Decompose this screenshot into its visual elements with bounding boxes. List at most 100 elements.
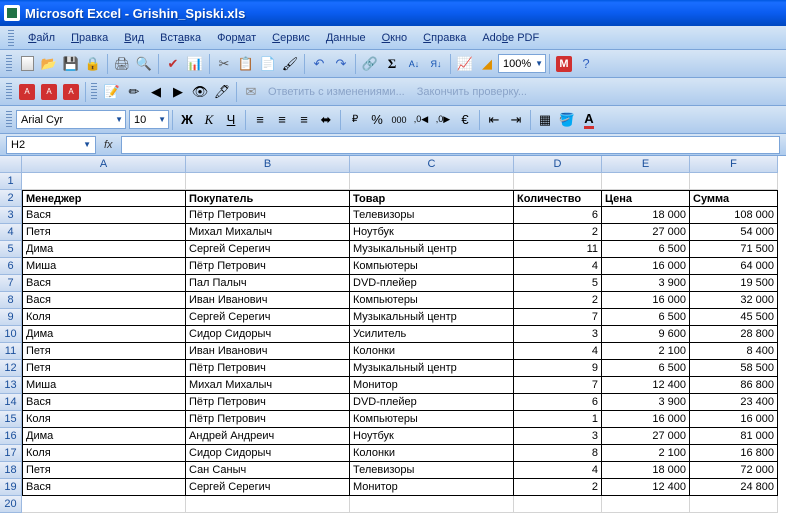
data-cell[interactable]: 45 500 (690, 309, 778, 326)
data-cell[interactable]: Колонки (350, 343, 514, 360)
data-cell[interactable]: Петя (22, 343, 186, 360)
undo-button[interactable]: ↶ (308, 53, 330, 75)
borders-button[interactable]: ▦ (534, 109, 556, 131)
ink-button[interactable]: 🖊 (211, 81, 233, 103)
data-cell[interactable]: 7 (514, 377, 602, 394)
data-cell[interactable]: Пётр Петрович (186, 360, 350, 377)
underline-button[interactable]: Ч (220, 109, 242, 131)
data-cell[interactable]: Пётр Петрович (186, 411, 350, 428)
fill-color-button[interactable]: 🪣 (556, 109, 578, 131)
currency-button[interactable]: ₽ (344, 109, 366, 131)
data-cell[interactable]: Сергей Серегич (186, 479, 350, 496)
data-cell[interactable]: Музыкальный центр (350, 309, 514, 326)
macro-button[interactable]: M (553, 53, 575, 75)
row-header[interactable]: 20 (0, 496, 22, 513)
data-cell[interactable]: 6 500 (602, 241, 690, 258)
data-cell[interactable]: Сан Саныч (186, 462, 350, 479)
cell[interactable] (186, 173, 350, 190)
data-cell[interactable]: Сергей Серегич (186, 309, 350, 326)
data-cell[interactable]: Музыкальный центр (350, 360, 514, 377)
data-cell[interactable]: Монитор (350, 377, 514, 394)
cell[interactable] (514, 496, 602, 513)
data-cell[interactable]: Ноутбук (350, 428, 514, 445)
data-cell[interactable]: Михал Михалыч (186, 377, 350, 394)
bold-button[interactable]: Ж (176, 109, 198, 131)
grip-icon[interactable] (8, 30, 14, 46)
data-cell[interactable]: 27 000 (602, 224, 690, 241)
data-cell[interactable]: 54 000 (690, 224, 778, 241)
data-cell[interactable]: Сидор Сидорыч (186, 326, 350, 343)
data-cell[interactable]: 6 (514, 394, 602, 411)
row-header[interactable]: 5 (0, 241, 22, 258)
menu-data[interactable]: Данные (318, 29, 374, 47)
print-preview-button[interactable]: 🔍 (133, 53, 155, 75)
cell[interactable] (186, 496, 350, 513)
data-cell[interactable]: 16 000 (602, 411, 690, 428)
menu-insert[interactable]: Вставка (152, 29, 209, 47)
data-cell[interactable]: Телевизоры (350, 207, 514, 224)
data-cell[interactable]: 12 400 (602, 479, 690, 496)
data-cell[interactable]: 3 900 (602, 275, 690, 292)
align-center-button[interactable]: ≡ (271, 109, 293, 131)
data-cell[interactable]: Музыкальный центр (350, 241, 514, 258)
fx-button[interactable]: fx (96, 139, 121, 151)
data-cell[interactable]: Телевизоры (350, 462, 514, 479)
data-cell[interactable]: Петя (22, 462, 186, 479)
data-cell[interactable]: 23 400 (690, 394, 778, 411)
data-cell[interactable]: 16 800 (690, 445, 778, 462)
data-cell[interactable]: 9 (514, 360, 602, 377)
data-cell[interactable]: DVD-плейер (350, 394, 514, 411)
menu-help[interactable]: Справка (415, 29, 474, 47)
send-mail-button[interactable]: ✉ (240, 81, 262, 103)
data-cell[interactable]: Компьютеры (350, 292, 514, 309)
data-cell[interactable]: Петя (22, 224, 186, 241)
zoom-combo[interactable]: 100%▼ (498, 54, 546, 73)
data-cell[interactable]: Коля (22, 445, 186, 462)
row-header[interactable]: 14 (0, 394, 22, 411)
data-cell[interactable]: Михал Михалыч (186, 224, 350, 241)
help-button[interactable]: ? (575, 53, 597, 75)
data-cell[interactable]: 18 000 (602, 207, 690, 224)
row-header[interactable]: 13 (0, 377, 22, 394)
data-cell[interactable]: 108 000 (690, 207, 778, 224)
chart-button[interactable]: 📈 (454, 53, 476, 75)
data-cell[interactable]: Пётр Петрович (186, 207, 350, 224)
data-cell[interactable]: 6 500 (602, 309, 690, 326)
data-cell[interactable]: 8 400 (690, 343, 778, 360)
font-name-combo[interactable]: Arial Cyr▼ (16, 110, 126, 129)
cut-button[interactable]: ✂ (213, 53, 235, 75)
data-cell[interactable]: 8 (514, 445, 602, 462)
grip-icon[interactable] (6, 111, 12, 129)
cell[interactable] (690, 496, 778, 513)
spreadsheet-grid[interactable]: ABCDEF12МенеджерПокупательТоварКоличеств… (0, 156, 778, 501)
row-header[interactable]: 7 (0, 275, 22, 292)
row-header[interactable]: 16 (0, 428, 22, 445)
column-header[interactable]: F (690, 156, 778, 173)
data-cell[interactable]: 6 500 (602, 360, 690, 377)
data-cell[interactable]: Вася (22, 275, 186, 292)
data-cell[interactable]: Пётр Петрович (186, 258, 350, 275)
column-header[interactable]: C (350, 156, 514, 173)
autosum-button[interactable]: Σ (381, 53, 403, 75)
data-cell[interactable]: Коля (22, 411, 186, 428)
redo-button[interactable]: ↷ (330, 53, 352, 75)
data-cell[interactable]: 27 000 (602, 428, 690, 445)
data-cell[interactable]: Иван Иванович (186, 292, 350, 309)
data-cell[interactable]: Дима (22, 428, 186, 445)
decrease-decimal-button[interactable]: ,0▶ (432, 109, 454, 131)
grip-icon[interactable] (6, 55, 12, 73)
data-cell[interactable]: 6 (514, 207, 602, 224)
data-cell[interactable]: 71 500 (690, 241, 778, 258)
data-cell[interactable]: 5 (514, 275, 602, 292)
data-cell[interactable]: 16 000 (602, 258, 690, 275)
pdf-review-button[interactable]: A (60, 81, 82, 103)
data-cell[interactable]: 3 900 (602, 394, 690, 411)
row-header[interactable]: 18 (0, 462, 22, 479)
sort-desc-button[interactable]: Я↓ (425, 53, 447, 75)
data-cell[interactable]: Андрей Андреич (186, 428, 350, 445)
data-cell[interactable]: 2 (514, 479, 602, 496)
data-cell[interactable]: Петя (22, 360, 186, 377)
data-cell[interactable]: Коля (22, 309, 186, 326)
row-header[interactable]: 3 (0, 207, 22, 224)
data-cell[interactable]: Иван Иванович (186, 343, 350, 360)
